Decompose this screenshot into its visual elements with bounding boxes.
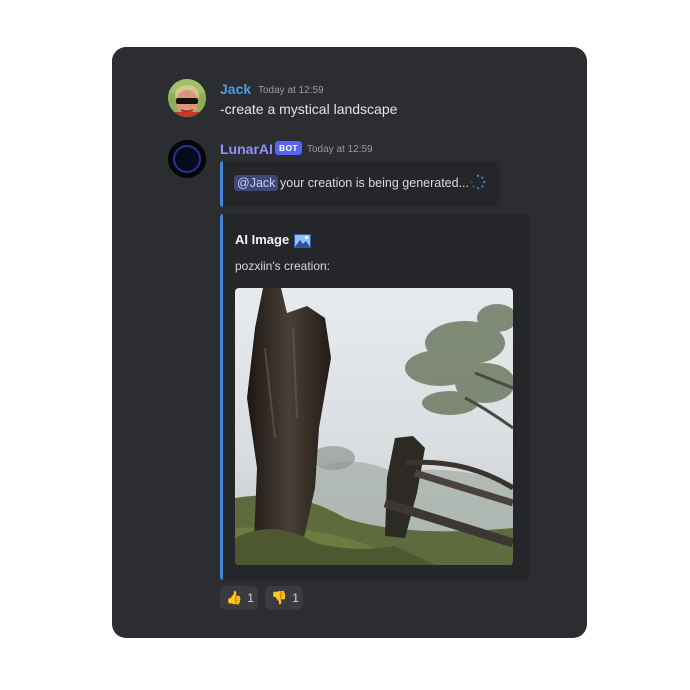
thumbs-up-icon: 👍 xyxy=(226,590,243,605)
generating-notice: @Jack your creation is being generated..… xyxy=(220,161,500,207)
generated-image[interactable] xyxy=(235,288,513,565)
image-icon xyxy=(294,234,311,248)
message-timestamp: Today at 12:59 xyxy=(307,144,373,155)
bot-badge: BOT xyxy=(275,141,302,155)
embed-description: pozxiin's creation: xyxy=(235,259,331,273)
embed-title: AI Image xyxy=(235,232,290,247)
reaction-thumbs-up[interactable]: 👍 1 xyxy=(220,586,258,610)
reaction-count: 1 xyxy=(292,591,299,605)
user-mention[interactable]: @Jack xyxy=(234,175,279,191)
message-content: -create a mystical landscape xyxy=(220,101,398,117)
message-timestamp: Today at 12:59 xyxy=(258,85,324,96)
chat-panel: Jack Today at 12:59 -create a mystical l… xyxy=(112,47,587,638)
reaction-count: 1 xyxy=(247,591,254,605)
thumbs-down-icon: 👎 xyxy=(271,590,288,605)
loading-spinner-icon xyxy=(470,174,486,190)
image-embed: AI Image pozxiin's creation: xyxy=(220,214,529,580)
bot-avatar[interactable] xyxy=(168,140,206,178)
reaction-thumbs-down[interactable]: 👎 1 xyxy=(265,586,303,610)
author-name-jack[interactable]: Jack xyxy=(220,81,251,97)
author-name-bot[interactable]: LunarAI xyxy=(220,141,273,157)
generating-text: your creation is being generated... xyxy=(280,176,470,190)
user-avatar-jack[interactable] xyxy=(168,79,206,117)
